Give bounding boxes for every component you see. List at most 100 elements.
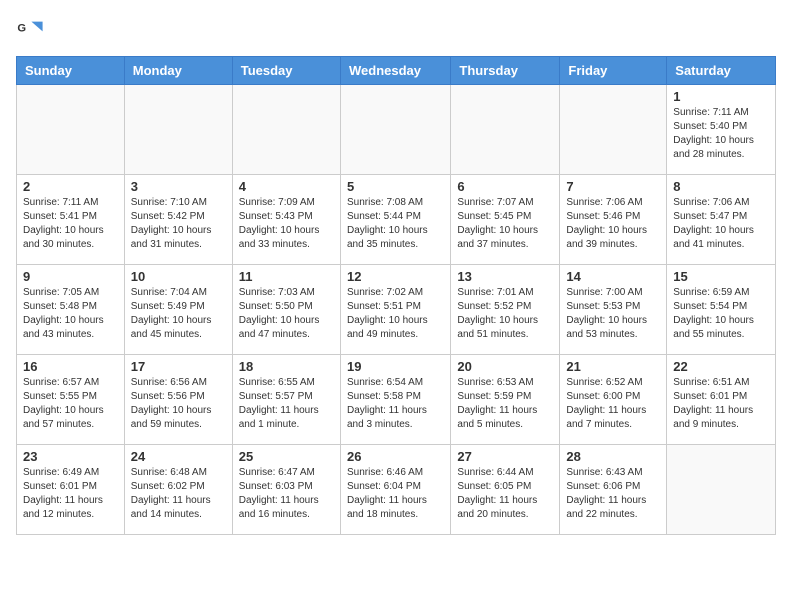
day-number: 4 xyxy=(239,179,334,194)
week-row-2: 2 Sunrise: 7:11 AM Sunset: 5:41 PM Daylig… xyxy=(17,175,776,265)
day-info: Sunrise: 7:08 AM Sunset: 5:44 PM Dayligh… xyxy=(347,196,444,252)
day-info: Sunrise: 6:54 AM Sunset: 5:58 PM Dayligh… xyxy=(347,376,444,432)
calendar-cell xyxy=(451,85,560,175)
svg-text:G: G xyxy=(17,22,26,34)
day-info: Sunrise: 7:10 AM Sunset: 5:42 PM Dayligh… xyxy=(131,196,226,252)
day-number: 23 xyxy=(23,449,118,464)
day-info: Sunrise: 6:44 AM Sunset: 6:05 PM Dayligh… xyxy=(457,466,553,522)
day-info: Sunrise: 6:47 AM Sunset: 6:03 PM Dayligh… xyxy=(239,466,334,522)
day-number: 12 xyxy=(347,269,444,284)
week-row-1: 1 Sunrise: 7:11 AM Sunset: 5:40 PM Daylig… xyxy=(17,85,776,175)
calendar-cell: 12 Sunrise: 7:02 AM Sunset: 5:51 PM Dayli… xyxy=(340,265,450,355)
calendar-cell xyxy=(560,85,667,175)
calendar-cell: 18 Sunrise: 6:55 AM Sunset: 5:57 PM Dayli… xyxy=(232,355,340,445)
day-info: Sunrise: 6:57 AM Sunset: 5:55 PM Dayligh… xyxy=(23,376,118,432)
day-number: 22 xyxy=(673,359,769,374)
calendar-cell xyxy=(232,85,340,175)
calendar-cell: 28 Sunrise: 6:43 AM Sunset: 6:06 PM Dayli… xyxy=(560,445,667,535)
calendar-cell: 24 Sunrise: 6:48 AM Sunset: 6:02 PM Dayli… xyxy=(124,445,232,535)
day-info: Sunrise: 7:11 AM Sunset: 5:41 PM Dayligh… xyxy=(23,196,118,252)
calendar-cell: 25Sunrise: 6:47 AM Sunset: 6:03 PM Dayli… xyxy=(232,445,340,535)
day-info: Sunrise: 7:04 AM Sunset: 5:49 PM Dayligh… xyxy=(131,286,226,342)
day-info: Sunrise: 7:03 AM Sunset: 5:50 PM Dayligh… xyxy=(239,286,334,342)
day-number: 28 xyxy=(566,449,660,464)
day-info: Sunrise: 6:56 AM Sunset: 5:56 PM Dayligh… xyxy=(131,376,226,432)
calendar-cell: 14 Sunrise: 7:00 AM Sunset: 5:53 PM Dayli… xyxy=(560,265,667,355)
day-info: Sunrise: 6:53 AM Sunset: 5:59 PM Dayligh… xyxy=(457,376,553,432)
calendar-cell xyxy=(124,85,232,175)
calendar-cell: 15Sunrise: 6:59 AM Sunset: 5:54 PM Dayli… xyxy=(667,265,776,355)
calendar: SundayMondayTuesdayWednesdayThursdayFrid… xyxy=(16,56,776,535)
day-info: Sunrise: 7:06 AM Sunset: 5:47 PM Dayligh… xyxy=(673,196,769,252)
calendar-cell: 22 Sunrise: 6:51 AM Sunset: 6:01 PM Dayli… xyxy=(667,355,776,445)
day-number: 10 xyxy=(131,269,226,284)
day-number: 18 xyxy=(239,359,334,374)
day-info: Sunrise: 7:00 AM Sunset: 5:53 PM Dayligh… xyxy=(566,286,660,342)
day-number: 2 xyxy=(23,179,118,194)
calendar-cell: 17Sunrise: 6:56 AM Sunset: 5:56 PM Dayli… xyxy=(124,355,232,445)
day-info: Sunrise: 6:51 AM Sunset: 6:01 PM Dayligh… xyxy=(673,376,769,432)
day-info: Sunrise: 7:05 AM Sunset: 5:48 PM Dayligh… xyxy=(23,286,118,342)
weekday-header-thursday: Thursday xyxy=(451,57,560,85)
calendar-cell: 2 Sunrise: 7:11 AM Sunset: 5:41 PM Daylig… xyxy=(17,175,125,265)
calendar-cell: 27Sunrise: 6:44 AM Sunset: 6:05 PM Dayli… xyxy=(451,445,560,535)
day-info: Sunrise: 7:06 AM Sunset: 5:46 PM Dayligh… xyxy=(566,196,660,252)
weekday-header-wednesday: Wednesday xyxy=(340,57,450,85)
day-info: Sunrise: 6:49 AM Sunset: 6:01 PM Dayligh… xyxy=(23,466,118,522)
calendar-cell: 1 Sunrise: 7:11 AM Sunset: 5:40 PM Daylig… xyxy=(667,85,776,175)
day-number: 13 xyxy=(457,269,553,284)
day-number: 5 xyxy=(347,179,444,194)
day-info: Sunrise: 6:55 AM Sunset: 5:57 PM Dayligh… xyxy=(239,376,334,432)
day-info: Sunrise: 6:43 AM Sunset: 6:06 PM Dayligh… xyxy=(566,466,660,522)
day-number: 6 xyxy=(457,179,553,194)
weekday-header-sunday: Sunday xyxy=(17,57,125,85)
weekday-header-friday: Friday xyxy=(560,57,667,85)
day-number: 20 xyxy=(457,359,553,374)
day-number: 3 xyxy=(131,179,226,194)
calendar-cell xyxy=(17,85,125,175)
calendar-cell: 10 Sunrise: 7:04 AM Sunset: 5:49 PM Dayli… xyxy=(124,265,232,355)
weekday-header-saturday: Saturday xyxy=(667,57,776,85)
day-number: 9 xyxy=(23,269,118,284)
calendar-cell: 3 Sunrise: 7:10 AM Sunset: 5:42 PM Daylig… xyxy=(124,175,232,265)
calendar-cell: 23 Sunrise: 6:49 AM Sunset: 6:01 PM Dayli… xyxy=(17,445,125,535)
weekday-header-tuesday: Tuesday xyxy=(232,57,340,85)
day-number: 15 xyxy=(673,269,769,284)
day-number: 7 xyxy=(566,179,660,194)
week-row-5: 23 Sunrise: 6:49 AM Sunset: 6:01 PM Dayli… xyxy=(17,445,776,535)
day-number: 21 xyxy=(566,359,660,374)
day-info: Sunrise: 7:02 AM Sunset: 5:51 PM Dayligh… xyxy=(347,286,444,342)
day-info: Sunrise: 6:46 AM Sunset: 6:04 PM Dayligh… xyxy=(347,466,444,522)
calendar-cell: 8 Sunrise: 7:06 AM Sunset: 5:47 PM Daylig… xyxy=(667,175,776,265)
weekday-header-row: SundayMondayTuesdayWednesdayThursdayFrid… xyxy=(17,57,776,85)
calendar-cell xyxy=(667,445,776,535)
weekday-header-monday: Monday xyxy=(124,57,232,85)
calendar-cell: 9 Sunrise: 7:05 AM Sunset: 5:48 PM Daylig… xyxy=(17,265,125,355)
day-number: 14 xyxy=(566,269,660,284)
calendar-cell: 20 Sunrise: 6:53 AM Sunset: 5:59 PM Dayli… xyxy=(451,355,560,445)
day-info: Sunrise: 7:07 AM Sunset: 5:45 PM Dayligh… xyxy=(457,196,553,252)
page-header: G xyxy=(16,16,776,44)
day-number: 11 xyxy=(239,269,334,284)
day-info: Sunrise: 7:09 AM Sunset: 5:43 PM Dayligh… xyxy=(239,196,334,252)
day-info: Sunrise: 6:52 AM Sunset: 6:00 PM Dayligh… xyxy=(566,376,660,432)
calendar-cell: 21 Sunrise: 6:52 AM Sunset: 6:00 PM Dayli… xyxy=(560,355,667,445)
calendar-cell: 13Sunrise: 7:01 AM Sunset: 5:52 PM Dayli… xyxy=(451,265,560,355)
day-number: 16 xyxy=(23,359,118,374)
calendar-cell xyxy=(340,85,450,175)
calendar-cell: 5 Sunrise: 7:08 AM Sunset: 5:44 PM Daylig… xyxy=(340,175,450,265)
calendar-cell: 19 Sunrise: 6:54 AM Sunset: 5:58 PM Dayli… xyxy=(340,355,450,445)
calendar-cell: 4 Sunrise: 7:09 AM Sunset: 5:43 PM Daylig… xyxy=(232,175,340,265)
day-number: 19 xyxy=(347,359,444,374)
calendar-cell: 6 Sunrise: 7:07 AM Sunset: 5:45 PM Daylig… xyxy=(451,175,560,265)
week-row-4: 16 Sunrise: 6:57 AM Sunset: 5:55 PM Dayli… xyxy=(17,355,776,445)
calendar-cell: 26 Sunrise: 6:46 AM Sunset: 6:04 PM Dayli… xyxy=(340,445,450,535)
calendar-cell: 7 Sunrise: 7:06 AM Sunset: 5:46 PM Daylig… xyxy=(560,175,667,265)
day-info: Sunrise: 6:48 AM Sunset: 6:02 PM Dayligh… xyxy=(131,466,226,522)
day-number: 26 xyxy=(347,449,444,464)
day-number: 1 xyxy=(673,89,769,104)
day-info: Sunrise: 7:11 AM Sunset: 5:40 PM Dayligh… xyxy=(673,106,769,162)
week-row-3: 9 Sunrise: 7:05 AM Sunset: 5:48 PM Daylig… xyxy=(17,265,776,355)
day-number: 24 xyxy=(131,449,226,464)
day-number: 8 xyxy=(673,179,769,194)
